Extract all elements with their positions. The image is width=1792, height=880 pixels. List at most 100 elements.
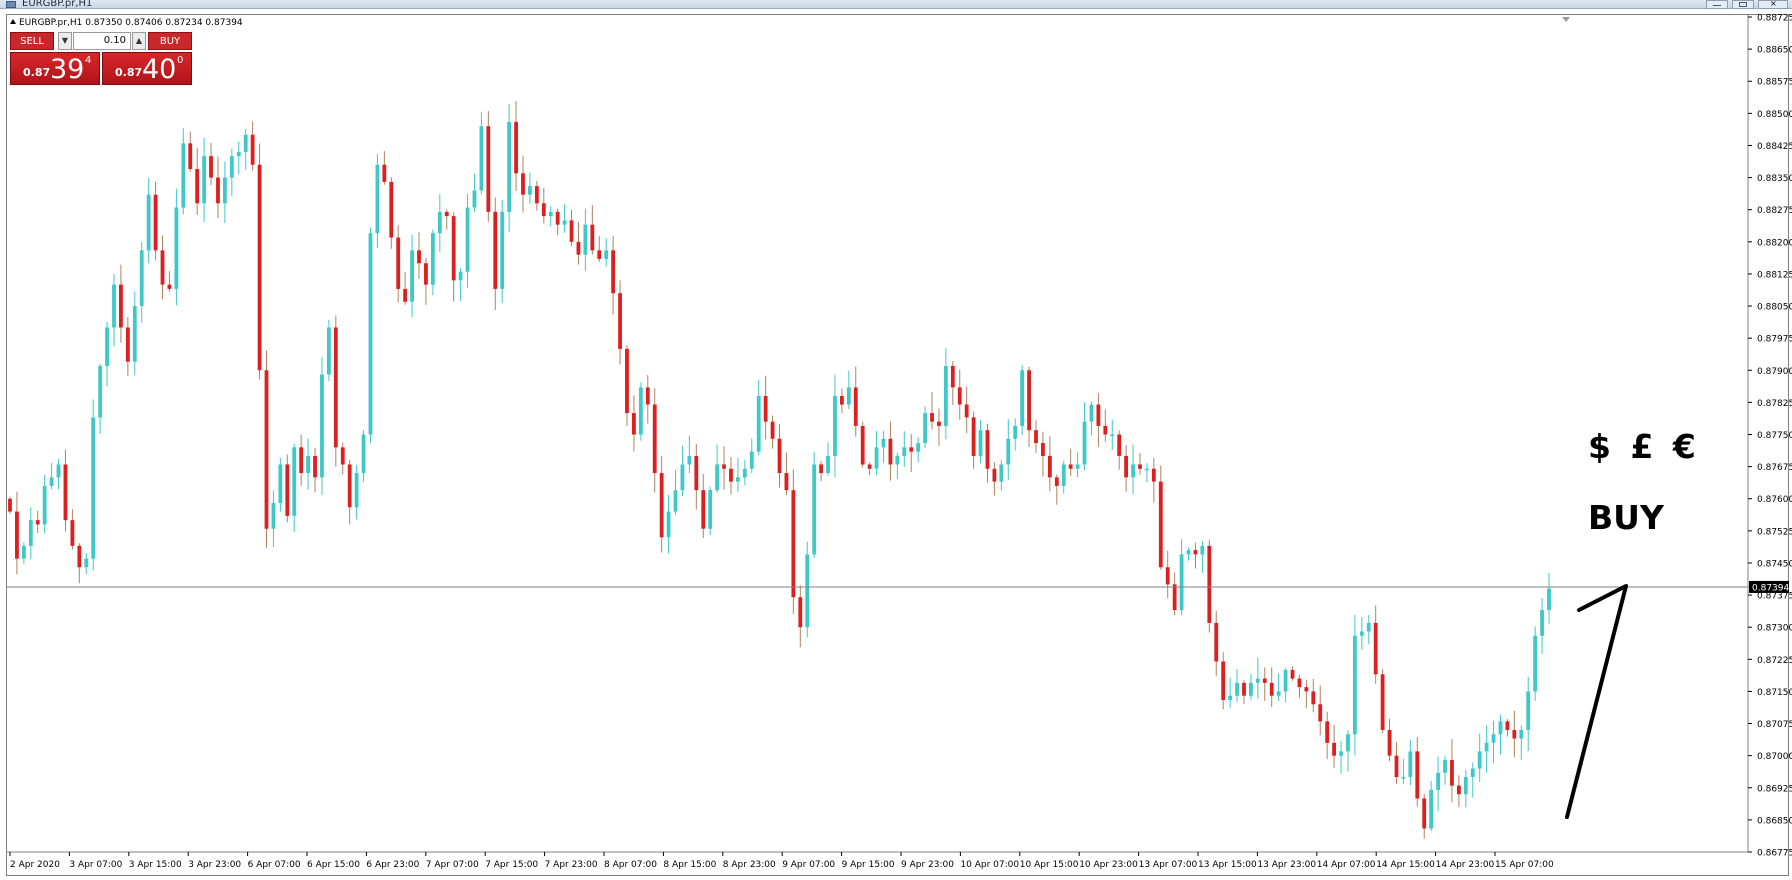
bear-candle xyxy=(1047,455,1052,478)
bull-candle xyxy=(1255,678,1260,683)
price-tick-label: 0.88575 xyxy=(1757,78,1792,88)
bear-candle xyxy=(541,203,546,217)
bear-candle xyxy=(777,438,782,474)
bull-candle xyxy=(826,455,830,474)
price-tick-label: 0.87975 xyxy=(1757,335,1792,345)
bear-candle xyxy=(1318,704,1323,722)
buy-price-display[interactable]: 0.87 40 0 xyxy=(102,52,192,85)
time-tick-label: 6 Apr 15:00 xyxy=(307,860,360,870)
price-tick-label: 0.88650 xyxy=(1757,46,1792,56)
bear-candle xyxy=(340,447,345,465)
bear-candle xyxy=(985,430,990,469)
bear-candle xyxy=(209,156,213,178)
bear-candle xyxy=(1034,430,1038,444)
bear-candle xyxy=(403,288,408,302)
buy-button[interactable]: BUY xyxy=(148,32,192,50)
bull-candle xyxy=(978,430,983,456)
bear-candle xyxy=(493,211,498,289)
bull-candle xyxy=(1248,682,1253,696)
bull-candle xyxy=(181,143,186,208)
bear-candle xyxy=(1394,755,1399,778)
bear-candle xyxy=(264,370,269,529)
bull-candle xyxy=(243,134,248,152)
bear-candle xyxy=(950,365,955,388)
time-tick-label: 8 Apr 23:00 xyxy=(723,860,776,870)
bear-candle xyxy=(77,545,82,568)
bull-candle xyxy=(146,194,151,251)
bear-candle xyxy=(1068,464,1073,469)
bull-candle xyxy=(139,250,144,307)
bull-candle xyxy=(1359,631,1364,636)
bull-candle xyxy=(805,554,810,628)
bull-candle xyxy=(1089,404,1094,422)
bear-candle xyxy=(451,216,456,281)
bull-candle xyxy=(472,190,477,208)
time-tick-label: 14 Apr 15:00 xyxy=(1376,860,1435,870)
volume-increase-button[interactable]: ▲ xyxy=(132,32,146,50)
bull-candle xyxy=(132,306,137,362)
time-tick-label: 6 Apr 23:00 xyxy=(366,860,419,870)
bear-candle xyxy=(722,464,726,469)
bear-candle xyxy=(791,490,796,598)
bear-candle xyxy=(798,597,803,628)
bull-candle xyxy=(375,164,380,234)
bear-candle xyxy=(1373,622,1378,675)
bear-candle xyxy=(784,473,789,491)
bear-candle xyxy=(819,464,824,474)
bull-candle xyxy=(708,490,713,529)
buy-arrow xyxy=(1565,584,1628,819)
collapse-triangle-icon[interactable] xyxy=(10,19,16,24)
sell-button[interactable]: SELL xyxy=(10,32,54,50)
bull-candle xyxy=(680,464,685,491)
bear-candle xyxy=(63,464,68,521)
candlestick-chart[interactable]: 0.88725 0.88650 0.88575 0.88500 0.88425 0.883… xyxy=(0,0,1792,880)
bull-candle xyxy=(1075,464,1080,469)
bear-candle xyxy=(125,327,130,362)
bull-candle xyxy=(687,455,692,465)
bull-candle xyxy=(98,365,103,418)
time-tick-label: 2 Apr 2020 xyxy=(10,860,60,870)
price-tick-label: 0.86850 xyxy=(1757,816,1792,826)
bear-candle xyxy=(1221,661,1226,700)
bear-candle xyxy=(1117,434,1122,456)
bear-candle xyxy=(625,348,629,414)
price-tick-label: 0.88275 xyxy=(1757,206,1792,216)
price-tick-label: 0.88050 xyxy=(1757,303,1792,313)
bear-candle xyxy=(839,395,844,405)
bear-candle xyxy=(216,177,220,204)
bull-candle xyxy=(1228,695,1233,700)
volume-decrease-button[interactable]: ▼ xyxy=(58,32,72,50)
bear-candle xyxy=(1158,481,1163,568)
currency-symbols-annotation: $ £ € xyxy=(1588,427,1700,466)
bull-candle xyxy=(1131,464,1135,478)
bull-candle xyxy=(1498,721,1503,735)
bear-candle xyxy=(1207,545,1212,623)
bull-candle xyxy=(562,220,567,225)
bull-candle xyxy=(1401,777,1406,779)
bull-candle xyxy=(56,464,61,478)
bull-candle xyxy=(278,464,283,504)
time-tick-label: 10 Apr 15:00 xyxy=(1020,860,1079,870)
price-tick-label: 0.88500 xyxy=(1757,110,1792,120)
volume-input[interactable]: 0.10 xyxy=(73,32,131,50)
sell-price-display[interactable]: 0.87 39 4 xyxy=(10,52,100,85)
bear-candle xyxy=(1415,751,1420,799)
bear-candle xyxy=(1422,798,1427,829)
bull-candle xyxy=(638,387,643,435)
bull-candle xyxy=(1110,434,1115,436)
bull-candle xyxy=(812,464,817,555)
bear-candle xyxy=(1172,584,1177,611)
bull-candle xyxy=(1179,554,1184,611)
bull-candle xyxy=(1013,425,1018,439)
bear-candle xyxy=(521,173,525,195)
bear-candle xyxy=(860,425,865,465)
bull-candle xyxy=(833,395,837,456)
bear-candle xyxy=(195,169,200,204)
bull-candle xyxy=(1235,682,1239,696)
bull-candle xyxy=(292,447,297,516)
price-tick-label: 0.87075 xyxy=(1757,720,1792,730)
bull-candle xyxy=(1352,635,1357,735)
price-tick-label: 0.88200 xyxy=(1757,238,1792,248)
bull-candle xyxy=(846,387,851,405)
bull-candle xyxy=(923,413,927,444)
